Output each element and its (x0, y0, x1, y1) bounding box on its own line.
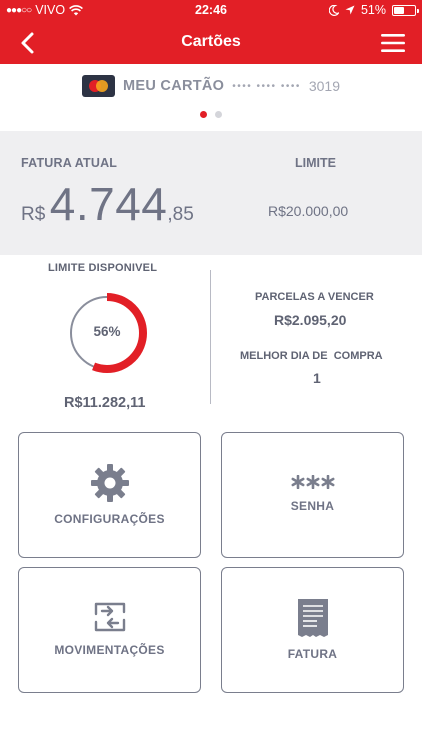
status-bar: ●●●○○ VIVO 22:46 51% (0, 0, 422, 22)
limit-value: R$20.000,00 (268, 203, 349, 219)
gear-icon (90, 464, 129, 502)
current-invoice-label: FATURA ATUAL (21, 156, 118, 170)
card-name: MEU CARTÃO (122, 78, 225, 94)
invoice-amount-integer: 4.744 (49, 178, 168, 230)
mastercard-icon (81, 75, 115, 97)
invoice-summary: FATURA ATUAL R$ 4.744,85 LIMITE R$20.000… (0, 131, 422, 255)
hamburger-menu-icon[interactable] (380, 32, 406, 54)
password-button[interactable]: SENHA (221, 432, 404, 558)
current-invoice-amount: R$ 4.744,85 (21, 177, 194, 231)
app-header: ●●●○○ VIVO 22:46 51% Cartões (0, 0, 422, 64)
asterisks-icon (291, 475, 334, 489)
best-purchase-day-value: 1 (313, 370, 321, 386)
receipt-icon (297, 599, 328, 637)
gear-icon-wrap (19, 463, 200, 503)
battery-percent: 51% (360, 3, 386, 17)
available-limit-label: LIMITE DISPONIVEL (48, 262, 158, 274)
invoice-button[interactable]: FATURA (221, 567, 404, 693)
status-right: 51% (328, 3, 419, 17)
installments-label: PARCELAS A VENCER (255, 291, 374, 303)
pager-dot-active[interactable] (200, 111, 207, 118)
transactions-label: MOVIMENTAÇÕES (54, 643, 165, 657)
transactions-button[interactable]: MOVIMENTAÇÕES (18, 567, 201, 693)
battery-icon (392, 4, 419, 16)
transfer-arrows-icon-wrap (19, 602, 200, 632)
settings-button[interactable]: CONFIGURAÇÕES (18, 432, 201, 558)
invoice-amount-decimal: ,85 (167, 204, 194, 225)
limits-section: LIMITE DISPONIVEL 56% R$11.282,11 PARCEL… (0, 256, 422, 418)
card-selector[interactable]: MEU CARTÃO •••• •••• •••• 3019 (0, 64, 422, 130)
moon-icon (328, 4, 339, 16)
receipt-icon-wrap (222, 598, 403, 638)
location-arrow-icon (345, 5, 355, 15)
settings-label: CONFIGURAÇÕES (54, 512, 165, 526)
card-info: MEU CARTÃO •••• •••• •••• 3019 (0, 75, 422, 97)
available-limit-percent: 56% (93, 324, 121, 339)
password-label: SENHA (290, 499, 335, 513)
installments-value: R$2.095,20 (274, 312, 347, 328)
card-last-digits: 3019 (308, 78, 340, 94)
section-divider (210, 270, 211, 404)
card-number-mask: •••• •••• •••• (232, 80, 301, 92)
transfer-arrows-icon (94, 602, 125, 632)
nav-bar: Cartões (0, 22, 422, 64)
invoice-label: FATURA (287, 647, 338, 661)
asterisks-icon-wrap (222, 475, 403, 489)
pager-dot[interactable] (215, 111, 222, 118)
available-limit-value: R$11.282,11 (64, 395, 146, 411)
card-pager[interactable] (0, 111, 422, 118)
invoice-currency: R$ (21, 204, 46, 225)
best-purchase-day-label: MELHOR DIA DE COMPRA (240, 350, 383, 362)
limit-label: LIMITE (295, 156, 336, 170)
battery-fill (394, 6, 404, 14)
page-title: Cartões (181, 33, 241, 50)
